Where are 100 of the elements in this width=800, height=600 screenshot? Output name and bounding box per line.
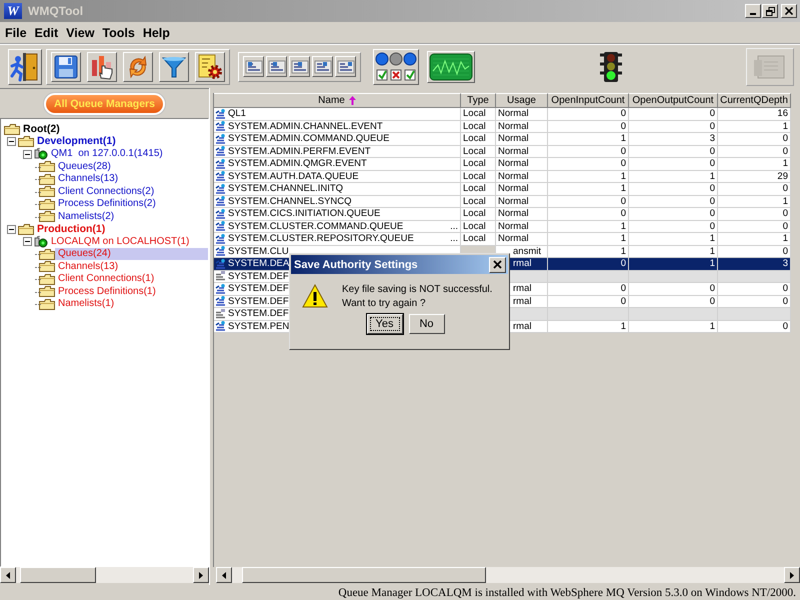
tree-item[interactable]: Development(1) xyxy=(36,135,117,148)
folder-icon xyxy=(39,198,55,210)
column-header[interactable]: Type xyxy=(461,93,496,108)
queue-name: SYSTEM.CLUSTER.COMMAND.QUEUE xyxy=(228,220,404,232)
status-lights-icon xyxy=(374,50,418,82)
menu-item[interactable]: Tools xyxy=(99,24,140,40)
queue-stack-icon xyxy=(215,158,226,169)
scroll-right-button[interactable] xyxy=(784,567,800,583)
table-cell: 0 xyxy=(629,183,718,196)
table-cell: 0 xyxy=(629,120,718,133)
exit-button[interactable] xyxy=(8,48,42,84)
table-cell: Local xyxy=(461,108,496,120)
menu-item[interactable]: Help xyxy=(140,24,175,40)
scroll-right-button[interactable] xyxy=(193,567,209,583)
queue-name: SYSTEM.DEF xyxy=(228,296,289,307)
table-cell: 1 xyxy=(548,320,629,333)
save-button[interactable] xyxy=(51,52,81,82)
message-line: Key file saving is NOT successful. xyxy=(342,284,492,295)
dialog-button[interactable]: No xyxy=(408,314,444,334)
queue-stack-icon xyxy=(215,208,226,219)
collapse-icon[interactable] xyxy=(23,237,32,246)
tree-item[interactable]: Channels(13) xyxy=(57,173,120,184)
scroll-left-button[interactable] xyxy=(0,567,16,583)
settings-button[interactable] xyxy=(195,52,225,82)
table-cell: 1 xyxy=(718,120,791,133)
tree-item[interactable]: LOCALQM on LOCALHOST(1) xyxy=(50,236,190,247)
filter-icon xyxy=(162,54,186,78)
column-header[interactable]: CurrentQDepth xyxy=(718,93,791,108)
stack-icon xyxy=(215,308,226,319)
app-logo: W xyxy=(4,3,22,19)
filter-button[interactable] xyxy=(159,52,189,82)
toolbar-button[interactable] xyxy=(335,56,356,77)
more-indicator: ... xyxy=(450,233,458,244)
collapse-icon[interactable] xyxy=(23,150,32,159)
column-header[interactable]: OpenInputCount xyxy=(548,93,629,108)
tree-item[interactable]: Namelists(2) xyxy=(57,210,116,222)
table-cell: 0 xyxy=(629,208,718,220)
chart-button[interactable] xyxy=(87,52,117,82)
collapse-icon[interactable] xyxy=(7,137,16,146)
toolbar-button[interactable] xyxy=(243,56,264,77)
tree-item[interactable]: Namelists(1) xyxy=(57,298,116,310)
table-cell: 0 xyxy=(629,283,718,296)
menu-item[interactable]: Edit xyxy=(32,24,64,40)
menu-item[interactable]: File xyxy=(2,24,32,40)
menu-item[interactable]: View xyxy=(63,24,100,40)
table-cell: 0 xyxy=(548,120,629,133)
column-header[interactable]: OpenOutputCount xyxy=(629,93,718,108)
table-cell: 1 xyxy=(548,246,629,258)
close-button[interactable] xyxy=(781,4,797,18)
queue-stack-icon xyxy=(215,171,226,182)
table-cell: 0 xyxy=(629,220,718,233)
toolbar-button[interactable] xyxy=(289,56,310,77)
exit-door-icon xyxy=(10,52,40,82)
header-cell[interactable]: Name xyxy=(214,93,461,108)
tree-item[interactable]: Client Connections(2) xyxy=(57,186,156,197)
scroll-left-button[interactable] xyxy=(216,567,232,583)
status-button[interactable] xyxy=(373,48,419,84)
table-cell: 1 xyxy=(548,233,629,246)
folder-icon xyxy=(18,224,34,235)
scroll-thumb[interactable] xyxy=(20,567,96,583)
warning-icon xyxy=(302,284,328,308)
tree-item[interactable]: Queues(28) xyxy=(57,160,112,172)
scroll-thumb[interactable] xyxy=(242,567,486,583)
close-button[interactable] xyxy=(489,256,506,272)
tree-item[interactable]: Client Connections(1) xyxy=(57,273,156,284)
table-cell: 1 xyxy=(718,158,791,170)
table-cell: 1 xyxy=(718,233,791,246)
table-cell: 16 xyxy=(718,108,791,120)
table-cell: 0 xyxy=(718,146,791,158)
column-header[interactable]: Usage xyxy=(496,93,548,108)
table-cell: 1 xyxy=(548,170,629,183)
queue-stack-icon xyxy=(215,184,226,194)
arrow-right-icon xyxy=(199,572,203,578)
table-cell: Local xyxy=(461,196,496,208)
tree-item[interactable]: Channels(13) xyxy=(57,260,120,272)
horizontal-scrollbar[interactable] xyxy=(0,567,209,583)
minimize-button[interactable] xyxy=(745,4,761,18)
monitor-button[interactable] xyxy=(427,50,475,82)
tree-item[interactable]: QM1 on 127.0.0.1(1415) xyxy=(50,148,164,160)
restore-button[interactable] xyxy=(762,4,778,18)
queue-name: SYSTEM.DEF xyxy=(228,270,289,282)
refresh-button[interactable] xyxy=(123,52,153,82)
queue-manager-icon xyxy=(34,236,48,248)
queue-stack-icon xyxy=(215,121,226,132)
collapse-icon[interactable] xyxy=(7,224,16,234)
toolbar-button[interactable] xyxy=(312,56,333,77)
tree-item[interactable]: Process Definitions(2) xyxy=(57,198,157,210)
folder-icon xyxy=(39,261,55,272)
table-cell: 0 xyxy=(718,133,791,146)
column-header-label[interactable]: Name xyxy=(318,95,345,106)
table-cell: Local xyxy=(461,146,496,158)
tree-item[interactable]: Production(1) xyxy=(36,222,106,235)
tree-item[interactable]: Root(2) xyxy=(22,122,61,135)
toolbar-button[interactable] xyxy=(266,56,287,77)
horizontal-scrollbar[interactable] xyxy=(216,567,800,583)
tree-item[interactable]: Process Definitions(1) xyxy=(57,286,157,297)
dialog-button[interactable]: Yes xyxy=(366,314,402,334)
table-cell: 29 xyxy=(718,170,791,183)
folder-icon xyxy=(39,298,55,310)
folder-icon xyxy=(39,286,55,298)
